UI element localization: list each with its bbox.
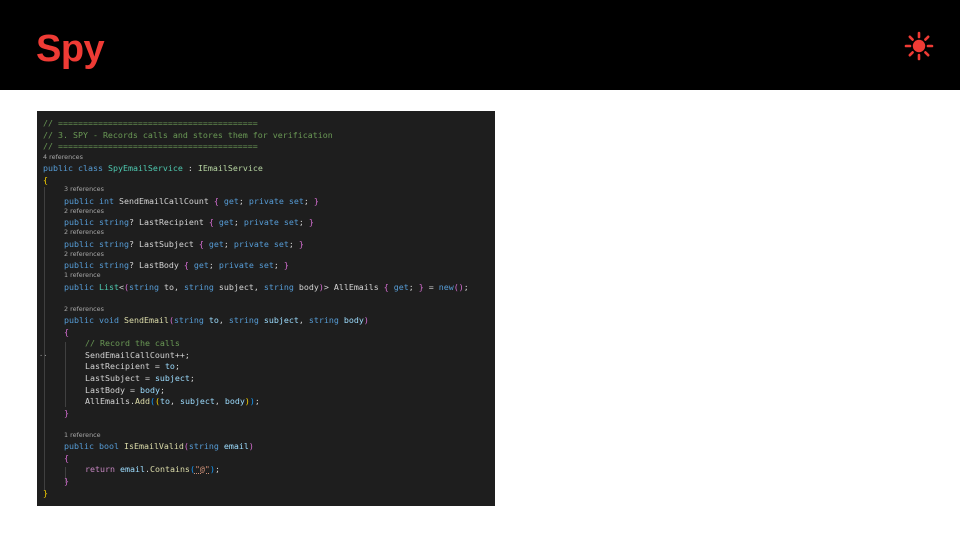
codelens-class: 4 references: [43, 153, 83, 161]
code-line-last-subject: public string? LastSubject { get; privat…: [64, 239, 304, 249]
code-line-send-count: public int SendEmailCallCount { get; pri…: [64, 196, 319, 206]
code-line-class-open: {: [43, 175, 48, 185]
codelens-last-body: 2 references: [64, 250, 104, 258]
code-line-all-emails: public List<(string to, string subject, …: [64, 282, 469, 292]
code-line-last-recipient: public string? LastRecipient { get; priv…: [64, 217, 314, 227]
code-line-comment-3: // =====================================…: [43, 141, 258, 151]
code-line-class-declaration: public class SpyEmailService : IEmailSer…: [43, 163, 263, 173]
code-line-is-valid-open: {: [64, 453, 69, 463]
code-line-send-email-signature: public void SendEmail(string to, string …: [64, 315, 369, 325]
slide-header: Spy: [0, 0, 960, 90]
codelens-send-count: 3 references: [64, 185, 104, 193]
indent-guide-class: [44, 187, 45, 490]
code-editor-screenshot: ·· // ==================================…: [37, 111, 495, 506]
slide-title: Spy: [36, 28, 105, 70]
code-line-set-recipient: LastRecipient = to;: [85, 361, 180, 371]
code-line-return: return email.Contains("@");: [85, 464, 220, 474]
code-line-comment-1: // =====================================…: [43, 118, 258, 128]
sun-icon: [904, 31, 934, 61]
indent-guide-send-email: [65, 342, 66, 407]
code-line-is-valid-signature: public bool IsEmailValid(string email): [64, 441, 254, 451]
code-line-record-comment: // Record the calls: [85, 338, 180, 348]
code-line-class-close: }: [43, 488, 48, 498]
code-line-send-email-close: }: [64, 408, 69, 418]
codelens-last-subject: 2 references: [64, 228, 104, 236]
codelens-all-emails: 1 reference: [64, 271, 101, 279]
codelens-last-recipient: 2 references: [64, 207, 104, 215]
codelens-send-email: 2 references: [64, 305, 104, 313]
codelens-is-valid: 1 reference: [64, 431, 101, 439]
gutter-marker: ··: [39, 352, 48, 360]
code-line-add-email: AllEmails.Add((to, subject, body));: [85, 396, 260, 406]
code-line-last-body: public string? LastBody { get; private s…: [64, 260, 289, 270]
code-line-is-valid-close: }: [64, 476, 69, 486]
code-line-send-email-open: {: [64, 327, 69, 337]
code-line-set-subject: LastSubject = subject;: [85, 373, 195, 383]
